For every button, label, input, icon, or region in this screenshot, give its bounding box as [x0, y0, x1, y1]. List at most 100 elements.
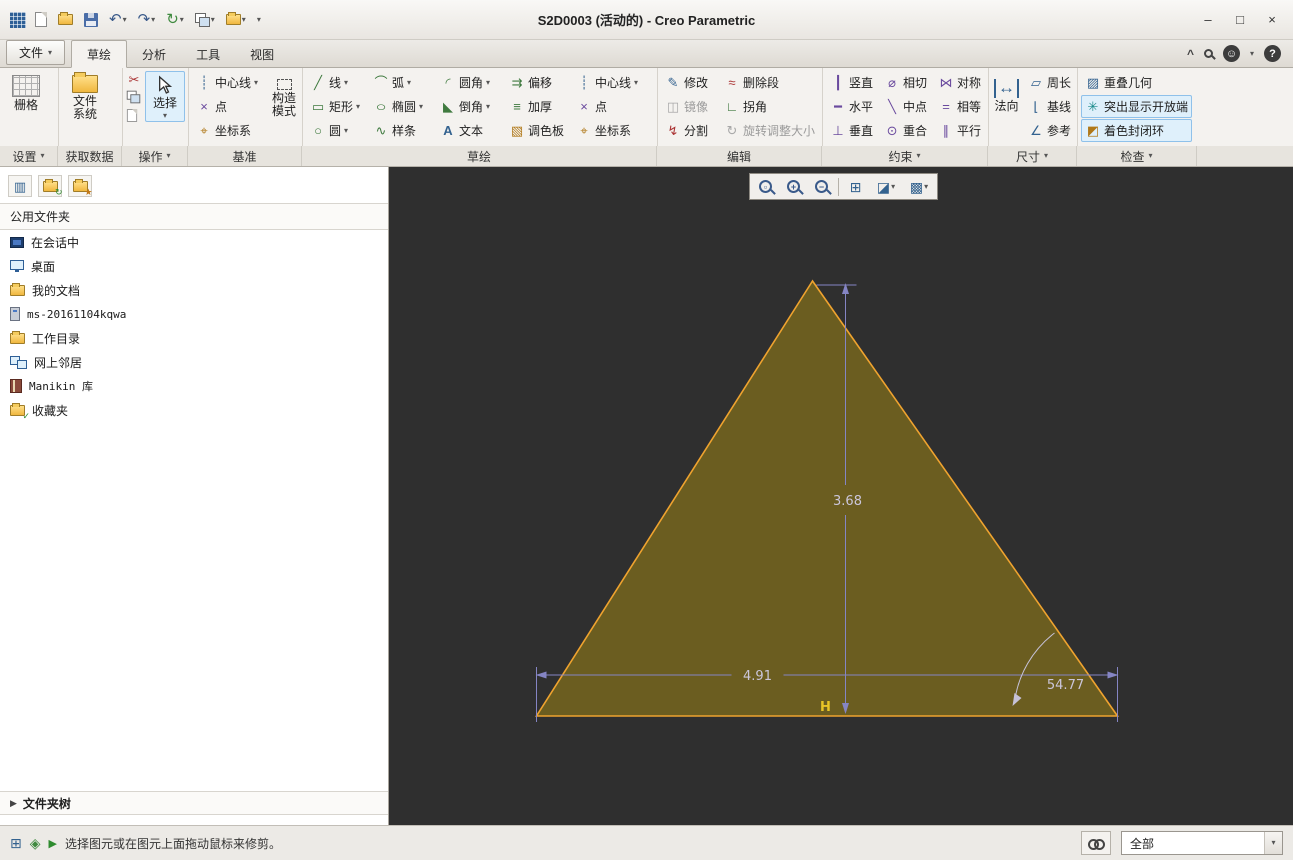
group-label-operations[interactable]: 操作 ▾	[122, 146, 188, 166]
symmetric-constraint-button[interactable]: ⋈ 对称	[934, 71, 985, 94]
minimize-button[interactable]: –	[1201, 12, 1215, 27]
chamfer-button[interactable]: ◣ 倒角 ▾	[436, 95, 502, 118]
coincident-constraint-button[interactable]: ⊙ 重合	[880, 119, 931, 142]
sketch-point-button[interactable]: × 点	[572, 95, 650, 118]
folder-item-documents[interactable]: 我的文档	[0, 278, 388, 302]
construction-mode-button[interactable]: 构造模式	[265, 71, 303, 120]
zoom-region-button[interactable]: ▫	[752, 175, 779, 198]
folder-item-in-session[interactable]: 在会话中	[0, 230, 388, 254]
help-icon[interactable]: ?	[1264, 45, 1281, 62]
group-label-datum[interactable]: 基准	[188, 146, 302, 166]
customize-qat-button[interactable]: ▾	[255, 10, 263, 30]
select-button[interactable]: 选择 ▾	[145, 71, 185, 122]
status-window-icon[interactable]: ⊞	[10, 835, 22, 852]
vertical-constraint-button[interactable]: ┃ 竖直	[826, 71, 877, 94]
feedback-icon[interactable]: ☺	[1222, 45, 1240, 62]
delete-segment-button[interactable]: ≈ 删除段	[720, 71, 819, 94]
folder-item-network[interactable]: 网上邻居	[0, 350, 388, 374]
horizontal-constraint-tag[interactable]: H	[820, 700, 831, 715]
overlapping-geometry-button[interactable]: ▨ 重叠几何	[1081, 71, 1192, 94]
offset-button[interactable]: ⇉ 偏移	[505, 71, 569, 94]
status-select-icon[interactable]: ◈	[30, 835, 41, 852]
perimeter-dimension-button[interactable]: ▱ 周长	[1024, 71, 1075, 94]
group-label-constrain[interactable]: 约束 ▾	[822, 146, 988, 166]
datum-point-button[interactable]: × 点	[192, 95, 262, 118]
tab-analysis[interactable]: 分析	[127, 41, 181, 67]
tab-tools[interactable]: 工具	[181, 41, 235, 67]
file-system-button[interactable]: 文件系统	[62, 71, 108, 123]
width-dimension-value[interactable]: 4.91	[743, 669, 772, 684]
baseline-dimension-button[interactable]: ⌊ 基线	[1024, 95, 1075, 118]
folder-history-button[interactable]: ↻	[38, 175, 63, 197]
browser-columns-button[interactable]: ▥	[8, 175, 32, 197]
reference-dimension-button[interactable]: ∠ 参考	[1024, 119, 1075, 142]
datum-csys-button[interactable]: ⌖ 坐标系	[192, 119, 262, 142]
folder-item-manikin-library[interactable]: Manikin 库	[0, 374, 388, 398]
folder-item-computer[interactable]: ms-20161104kqwa	[0, 302, 388, 326]
paste-button[interactable]	[126, 109, 138, 122]
search-icon[interactable]	[1203, 49, 1213, 58]
triangle-sketch[interactable]	[535, 279, 1120, 717]
group-label-getdata[interactable]: 获取数据	[58, 146, 122, 166]
regenerate-button[interactable]: ↻ ▾	[164, 10, 186, 30]
display-style-button[interactable]: ◪ ▾	[870, 175, 902, 198]
folder-favorite-button[interactable]: ★	[68, 175, 93, 197]
perpendicular-constraint-button[interactable]: ⊥ 垂直	[826, 119, 877, 142]
windows-button[interactable]: ▾	[193, 10, 217, 30]
caret-down-icon[interactable]: ▾	[1250, 49, 1254, 58]
folder-item-favorites[interactable]: ✓ 收藏夹	[0, 398, 388, 422]
corner-button[interactable]: ∟ 拐角	[720, 95, 819, 118]
save-button[interactable]	[82, 10, 100, 30]
group-label-dimension[interactable]: 尺寸 ▾	[988, 146, 1077, 166]
group-label-inspect[interactable]: 检查 ▾	[1077, 146, 1197, 166]
grid-display-button[interactable]: ▩ ▾	[903, 175, 935, 198]
line-button[interactable]: ╱ 线 ▾	[306, 71, 366, 94]
find-button[interactable]	[1081, 831, 1111, 855]
tab-view[interactable]: 视图	[235, 41, 289, 67]
ellipse-button[interactable]: ○ 椭圆 ▾	[369, 95, 433, 118]
horizontal-constraint-button[interactable]: ━ 水平	[826, 95, 877, 118]
rectangle-button[interactable]: ▭ 矩形 ▾	[306, 95, 366, 118]
group-label-settings[interactable]: 设置 ▾	[0, 146, 58, 166]
redo-button[interactable]: ↷ ▾	[136, 10, 158, 30]
height-dimension-value[interactable]: 3.68	[833, 494, 862, 509]
tab-sketch[interactable]: 草绘	[71, 40, 128, 68]
thicken-button[interactable]: ≡ 加厚	[505, 95, 569, 118]
undo-button[interactable]: ↶ ▾	[107, 10, 129, 30]
open-recent-button[interactable]: ▾	[224, 10, 248, 30]
filter-dropdown-button[interactable]: ▾	[1264, 832, 1282, 854]
text-button[interactable]: A 文本	[436, 119, 502, 142]
folder-item-working-directory[interactable]: 工作目录	[0, 326, 388, 350]
cut-button[interactable]: ✂	[126, 73, 142, 86]
angle-dimension-value[interactable]: 54.77	[1047, 678, 1084, 693]
grid-button[interactable]: 栅格	[3, 71, 49, 114]
midpoint-constraint-button[interactable]: ╲ 中点	[880, 95, 931, 118]
divide-button[interactable]: ↯ 分割	[661, 119, 717, 142]
folder-item-desktop[interactable]: 桌面	[0, 254, 388, 278]
modify-button[interactable]: ✎ 修改	[661, 71, 717, 94]
spline-button[interactable]: ∿ 样条	[369, 119, 433, 142]
datum-centerline-button[interactable]: ┊ 中心线 ▾	[192, 71, 262, 94]
zoom-in-button[interactable]: +	[780, 175, 807, 198]
new-file-button[interactable]	[33, 10, 49, 30]
sketch-csys-button[interactable]: ⌖ 坐标系	[572, 119, 650, 142]
equal-constraint-button[interactable]: = 相等	[934, 95, 985, 118]
parallel-constraint-button[interactable]: ∥ 平行	[934, 119, 985, 142]
group-label-edit[interactable]: 编辑	[657, 146, 822, 166]
arc-button[interactable]: ⌒ 弧 ▾	[369, 71, 433, 94]
tangent-constraint-button[interactable]: ⌀ 相切	[880, 71, 931, 94]
open-file-button[interactable]	[56, 10, 75, 30]
graphics-canvas[interactable]: 3.68 4.91 54.77 H ▫ + − ⊞ ◪ ▾ ▩ ▾	[389, 167, 1293, 825]
circle-button[interactable]: ○ 圆 ▾	[306, 119, 366, 142]
sketch-centerline-button[interactable]: ┊ 中心线 ▾	[572, 71, 650, 94]
tab-file[interactable]: 文件 ▾	[6, 40, 66, 65]
highlight-open-ends-button[interactable]: ✳ 突出显示开放端	[1081, 95, 1193, 118]
filter-select[interactable]: 全部 ▾	[1121, 831, 1283, 855]
folder-tree-expander[interactable]: ▶ 文件夹树	[0, 791, 388, 815]
maximize-button[interactable]: □	[1233, 12, 1247, 27]
palette-button[interactable]: ▧ 调色板	[505, 119, 569, 142]
normal-dimension-button[interactable]: ↔ 法向	[992, 71, 1021, 115]
group-label-sketch[interactable]: 草绘	[302, 146, 657, 166]
shade-closed-loops-button[interactable]: ◩ 着色封闭环	[1081, 119, 1193, 142]
zoom-out-button[interactable]: −	[808, 175, 835, 198]
